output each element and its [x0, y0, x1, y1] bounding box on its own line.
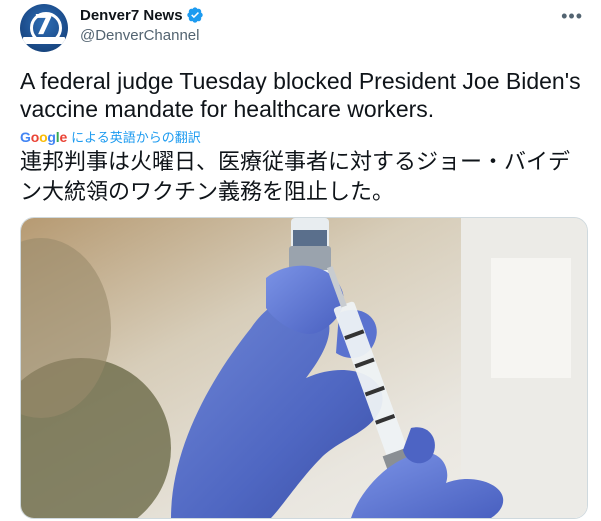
- translated-text: 連邦判事は火曜日、医療従事者に対するジョー・バイデン大統領のワクチン義務を阻止し…: [20, 150, 571, 205]
- avatar[interactable]: 7: [20, 4, 68, 52]
- vaccine-photo: [21, 218, 587, 518]
- tweet-photo[interactable]: [20, 217, 588, 519]
- translation-label: による英語からの翻訳: [71, 130, 201, 145]
- account-handle[interactable]: @DenverChannel: [80, 27, 199, 44]
- display-name[interactable]: Denver7 News: [80, 7, 183, 24]
- name-row[interactable]: Denver7 News: [80, 6, 204, 24]
- tweet-card[interactable]: 7 Denver7 News @DenverChannel ••• A fede…: [0, 0, 601, 521]
- more-options-icon[interactable]: •••: [561, 6, 583, 27]
- verified-badge-icon: [186, 7, 203, 23]
- tweet-text: A federal judge Tuesday blocked Presiden…: [20, 68, 581, 122]
- translation-attribution[interactable]: Google による英語からの翻訳: [20, 127, 201, 146]
- google-logo: Google: [20, 128, 68, 145]
- tweet-header: 7 Denver7 News @DenverChannel •••: [20, 0, 585, 60]
- logo-banner: [23, 37, 65, 44]
